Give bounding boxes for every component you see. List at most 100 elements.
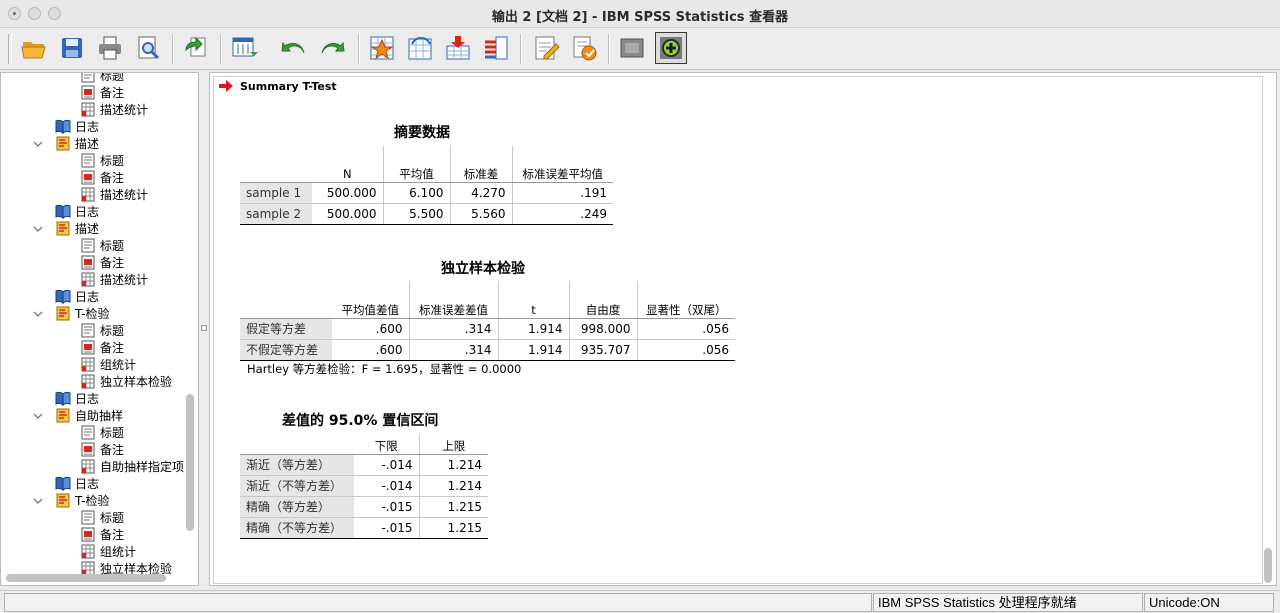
splitter-handle-icon[interactable]: [201, 325, 207, 331]
chevron-down-icon[interactable]: [33, 308, 43, 318]
outline-item[interactable]: 自助抽样: [33, 407, 124, 424]
outline-item[interactable]: 标题: [80, 322, 124, 339]
title-icon: [80, 73, 96, 83]
outline-item[interactable]: 备注: [80, 84, 124, 101]
outline-vertical-scrollbar[interactable]: [186, 394, 194, 531]
procedure-icon: [55, 136, 71, 151]
outline-item[interactable]: 描述: [33, 220, 100, 237]
outline-item[interactable]: 备注: [80, 526, 124, 543]
table-cell: .056: [636, 318, 735, 340]
title-icon: [80, 510, 96, 525]
table-cell: 998.000: [568, 318, 637, 340]
outline-item[interactable]: 描述统计: [80, 186, 148, 203]
table-icon: [80, 357, 96, 372]
status-message-area: [4, 593, 872, 612]
export-icon: [185, 36, 206, 57]
outline-horizontal-scrollbar[interactable]: [6, 574, 166, 582]
table-cell: .600: [332, 318, 409, 340]
insert-output-button[interactable]: [568, 32, 600, 64]
outline-item[interactable]: 自助抽样指定项: [80, 458, 184, 475]
goto-case-button[interactable]: [366, 32, 398, 64]
table-cell: 1.215: [418, 496, 488, 518]
procedure-icon: [55, 493, 71, 508]
table-cell: 1.914: [497, 318, 569, 340]
table-column-header: 上限: [418, 434, 488, 455]
outline-item[interactable]: 组统计: [80, 356, 136, 373]
outline-item[interactable]: 日志: [55, 390, 99, 407]
chevron-down-icon[interactable]: [33, 138, 43, 148]
content-vertical-scrollbar[interactable]: [1264, 548, 1272, 583]
promote-button[interactable]: [655, 32, 687, 64]
table-corner: [240, 282, 332, 319]
save-button[interactable]: [56, 32, 88, 64]
procedure-icon: [55, 408, 71, 423]
outline-item[interactable]: 描述统计: [80, 271, 148, 288]
insert-case-button[interactable]: [442, 32, 474, 64]
outline-item[interactable]: 标题: [80, 424, 124, 441]
chevron-down-icon[interactable]: [33, 410, 43, 420]
outline-item[interactable]: 备注: [80, 339, 124, 356]
table-icon: [80, 187, 96, 202]
outline-panel[interactable]: 标题 备注 描述统计 日志 描述 标题 备注 描述统计 日志 描述 标题 备注 描述统计 日志 T-检验 标题…: [0, 72, 199, 586]
outline-item[interactable]: 日志: [55, 118, 99, 135]
outline-item[interactable]: 标题: [80, 237, 124, 254]
outline-item[interactable]: 日志: [55, 475, 99, 492]
independent-table-title: 独立样本检验: [441, 261, 525, 277]
edit-button[interactable]: [530, 32, 562, 64]
title-bar: 输出 2 [文档 2] - IBM SPSS Statistics 查看器: [0, 0, 1280, 28]
outline-item[interactable]: 独立样本检验: [80, 373, 172, 390]
open-button[interactable]: [18, 32, 50, 64]
variables-icon: [485, 36, 508, 60]
processor-status: IBM SPSS Statistics 处理程序就绪: [873, 593, 1143, 612]
toolbar-separator: [220, 34, 222, 64]
toolbar-separator: [172, 34, 174, 64]
outline-item-label: 日志: [75, 120, 100, 134]
table-column-header: 标准误差平均值: [511, 146, 613, 183]
log-icon: [55, 204, 71, 220]
outline-item[interactable]: T-检验: [33, 305, 110, 322]
table-cell: 1.214: [418, 475, 488, 497]
outline-item[interactable]: 描述统计: [80, 101, 148, 118]
table-column-header: 平均值差值: [332, 282, 409, 319]
notes-icon: [80, 340, 96, 355]
table-column-header: 标准误差差值: [408, 282, 498, 319]
outline-item[interactable]: 日志: [55, 288, 99, 305]
outline-item[interactable]: 日志: [55, 203, 99, 220]
chevron-down-icon[interactable]: [33, 223, 43, 233]
title-icon: [80, 153, 96, 168]
table-cell: 935.707: [568, 339, 637, 361]
undo-button[interactable]: [278, 32, 310, 64]
table-cell: 1.214: [418, 454, 488, 476]
outline-item-label: 描述: [75, 137, 100, 151]
table-cell: -.015: [354, 496, 419, 518]
outline-item-label: 描述: [75, 222, 100, 236]
variables-button[interactable]: [480, 32, 512, 64]
export-button[interactable]: [180, 32, 212, 64]
notes-icon: [80, 170, 96, 185]
outline-item[interactable]: 标题: [80, 509, 124, 526]
hide-button[interactable]: [616, 32, 648, 64]
table-column-header: N: [312, 146, 383, 183]
outline-item-label: 自助抽样: [75, 409, 124, 423]
table-icon: [80, 374, 96, 389]
print-button[interactable]: [94, 32, 126, 64]
outline-item[interactable]: 标题: [80, 73, 124, 84]
title-icon: [80, 323, 96, 338]
goto-variable-button[interactable]: [404, 32, 436, 64]
chevron-down-icon[interactable]: [33, 495, 43, 505]
redo-button[interactable]: [316, 32, 348, 64]
outline-item[interactable]: 备注: [80, 169, 124, 186]
outline-item[interactable]: 描述: [33, 135, 100, 152]
outline-item[interactable]: 组统计: [80, 543, 136, 560]
row-label: 精确（等方差）: [240, 496, 354, 518]
outline-item[interactable]: 备注: [80, 254, 124, 271]
outline-item[interactable]: 备注: [80, 441, 124, 458]
goto-data-button[interactable]: [228, 32, 260, 64]
toolbar-grip[interactable]: [8, 34, 12, 64]
print-preview-button[interactable]: [132, 32, 164, 64]
status-bar: IBM SPSS Statistics 处理程序就绪 Unicode:ON: [0, 590, 1280, 613]
table-cell: .056: [636, 339, 735, 361]
outline-item[interactable]: 标题: [80, 152, 124, 169]
outline-item-label: 标题: [100, 239, 125, 253]
outline-item[interactable]: T-检验: [33, 492, 110, 509]
